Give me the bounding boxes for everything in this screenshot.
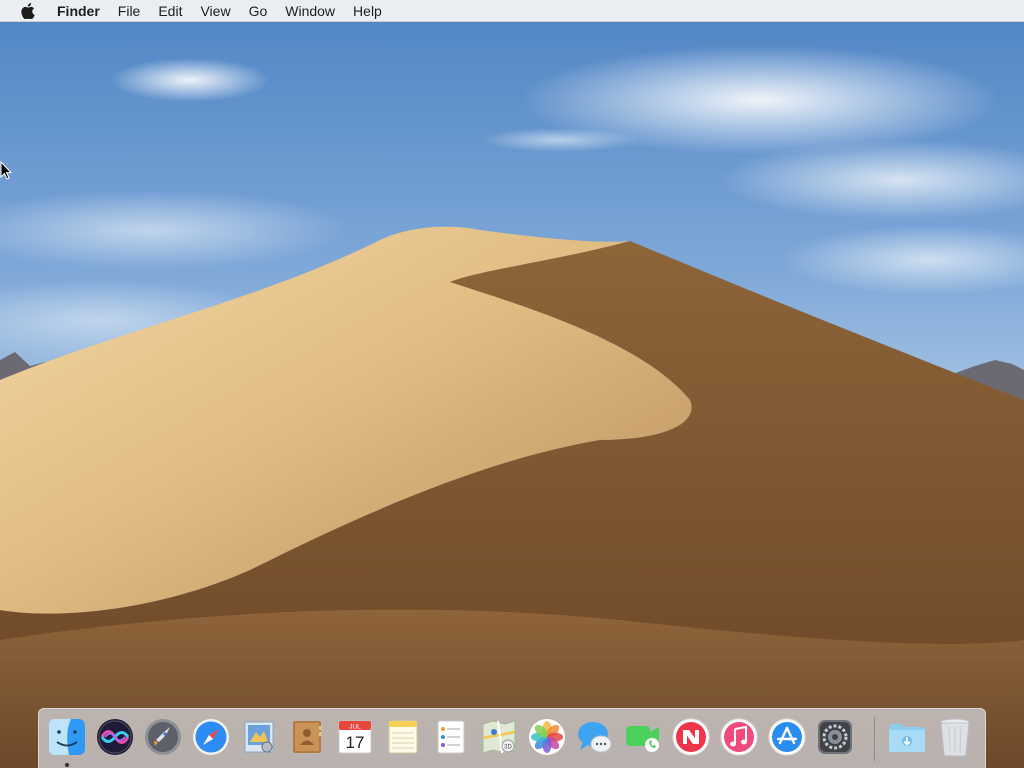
messages-icon[interactable] bbox=[575, 717, 615, 757]
desktop[interactable] bbox=[0, 0, 1024, 768]
running-indicator bbox=[65, 763, 69, 767]
notes-icon[interactable] bbox=[383, 717, 423, 757]
menu-finder[interactable]: Finder bbox=[48, 0, 109, 22]
news-icon[interactable] bbox=[671, 717, 711, 757]
downloads-folder-icon[interactable] bbox=[887, 717, 927, 757]
menu-go[interactable]: Go bbox=[240, 0, 277, 22]
menu-view[interactable]: View bbox=[191, 0, 239, 22]
system-preferences-icon[interactable] bbox=[815, 717, 855, 757]
app-store-icon[interactable] bbox=[767, 717, 807, 757]
calendar-day-label: 17 bbox=[346, 733, 365, 752]
dock: JUL 17 3D bbox=[38, 708, 986, 768]
itunes-icon[interactable] bbox=[719, 717, 759, 757]
menu-window[interactable]: Window bbox=[276, 0, 344, 22]
apple-logo-icon[interactable] bbox=[17, 0, 39, 22]
siri-icon[interactable] bbox=[95, 717, 135, 757]
menu-edit[interactable]: Edit bbox=[149, 0, 191, 22]
finder-icon[interactable] bbox=[47, 717, 87, 757]
menu-help[interactable]: Help bbox=[344, 0, 391, 22]
mojave-wallpaper bbox=[0, 0, 1024, 768]
dock-separator bbox=[874, 717, 875, 761]
menu-bar: Finder File Edit View Go Window Help bbox=[0, 0, 1024, 22]
contacts-icon[interactable] bbox=[287, 717, 327, 757]
mail-icon[interactable] bbox=[239, 717, 279, 757]
svg-text:3D: 3D bbox=[504, 745, 512, 751]
calendar-icon[interactable]: JUL 17 bbox=[335, 717, 375, 757]
mouse-pointer-icon bbox=[0, 161, 12, 180]
calendar-month-label: JUL bbox=[349, 724, 361, 731]
launchpad-icon[interactable] bbox=[143, 717, 183, 757]
menu-file[interactable]: File bbox=[109, 0, 150, 22]
trash-icon[interactable] bbox=[935, 717, 975, 757]
reminders-icon[interactable] bbox=[431, 717, 471, 757]
safari-icon[interactable] bbox=[191, 717, 231, 757]
photos-icon[interactable] bbox=[527, 717, 567, 757]
maps-icon[interactable]: 3D bbox=[479, 717, 519, 757]
facetime-icon[interactable] bbox=[623, 717, 663, 757]
